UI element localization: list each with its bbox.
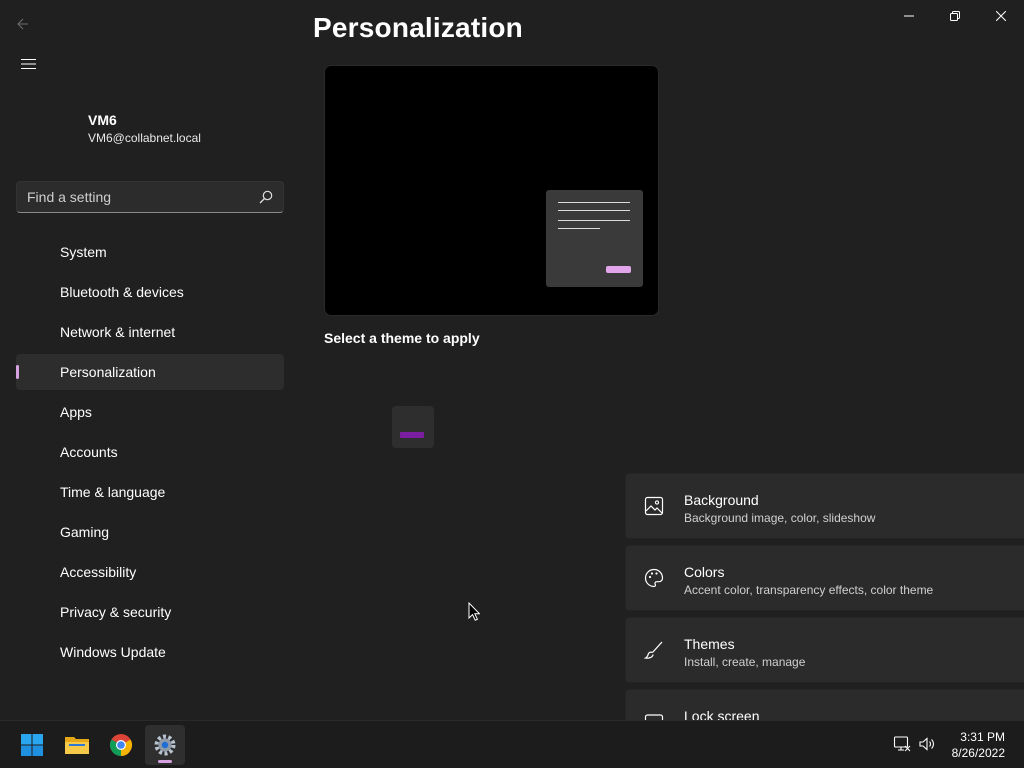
card-background[interactable]: Background Background image, color, slid… <box>625 473 1024 539</box>
clock-time: 3:31 PM <box>960 730 1005 744</box>
sidebar-item-label: Personalization <box>60 364 156 380</box>
file-explorer-button[interactable] <box>57 725 97 765</box>
arrow-left-icon <box>17 18 28 30</box>
sidebar-item-label: Apps <box>60 404 92 420</box>
sidebar-item-system[interactable]: System <box>16 234 284 270</box>
file-explorer-icon <box>65 737 89 754</box>
search-box <box>16 181 284 213</box>
sidebar-item-network-internet[interactable]: Network & internet <box>16 314 284 350</box>
menu-button[interactable] <box>12 50 44 78</box>
card-subtitle: Install, create, manage <box>684 655 806 669</box>
close-button[interactable] <box>978 0 1024 32</box>
windows-start-icon <box>21 734 43 756</box>
user-email: VM6@collabnet.local <box>88 131 201 145</box>
search-icon[interactable] <box>259 190 273 204</box>
preview-window <box>546 190 643 287</box>
settings-list: Background Background image, color, slid… <box>300 460 1024 720</box>
sidebar-item-label: Windows Update <box>60 644 166 660</box>
back-button[interactable] <box>8 10 38 38</box>
hamburger-icon <box>20 58 36 70</box>
sidebar-item-time-language[interactable]: Time & language <box>16 474 284 510</box>
theme-thumbnail[interactable] <box>392 406 434 448</box>
minimize-button[interactable] <box>886 0 932 32</box>
window-controls <box>886 0 1024 32</box>
sidebar-item-personalization[interactable]: Personalization <box>16 354 284 390</box>
sidebar-item-label: Time & language <box>60 484 166 500</box>
sidebar-item-gaming[interactable]: Gaming <box>16 514 284 550</box>
card-title: Lock screen <box>684 708 760 720</box>
preview-accent-button <box>606 266 631 273</box>
card-themes[interactable]: Themes Install, create, manage <box>625 617 1024 683</box>
card-title: Colors <box>684 564 725 580</box>
theme-preview <box>324 65 659 316</box>
card-colors[interactable]: Colors Accent color, transparency effect… <box>625 545 1024 611</box>
card-subtitle: Background image, color, slideshow <box>684 511 876 525</box>
sidebar-item-label: Privacy & security <box>60 604 172 620</box>
sidebar-item-label: Accounts <box>60 444 118 460</box>
lock-screen-icon <box>644 712 664 720</box>
volume-icon[interactable] <box>918 735 936 753</box>
sidebar-item-label: Bluetooth & devices <box>60 284 184 300</box>
page-title: Personalization <box>313 12 523 43</box>
sidebar-item-windows-update[interactable]: Windows Update <box>16 634 284 670</box>
palette-icon <box>644 568 664 588</box>
chrome-icon <box>110 734 132 756</box>
sidebar-item-accounts[interactable]: Accounts <box>16 434 284 470</box>
sidebar-item-apps[interactable]: Apps <box>16 394 284 430</box>
minimize-icon <box>904 15 914 17</box>
sidebar-item-bluetooth-devices[interactable]: Bluetooth & devices <box>16 274 284 310</box>
clock-date: 8/26/2022 <box>951 746 1005 760</box>
sidebar-item-accessibility[interactable]: Accessibility <box>16 554 284 590</box>
taskbar: 3:31 PM 8/26/2022 <box>0 720 1024 768</box>
clock[interactable]: 3:31 PM 8/26/2022 <box>952 729 1005 761</box>
sidebar-item-label: Network & internet <box>60 324 176 340</box>
start-button[interactable] <box>12 725 52 765</box>
themes-label: Select a theme to apply <box>324 330 480 346</box>
card-title: Background <box>684 492 759 508</box>
sidebar-item-privacy-security[interactable]: Privacy & security <box>16 594 284 630</box>
network-icon[interactable] <box>893 735 911 753</box>
sidebar-item-label: Gaming <box>60 524 110 540</box>
user-name: VM6 <box>88 112 117 128</box>
image-icon <box>644 496 664 516</box>
card-subtitle: Accent color, transparency effects, colo… <box>684 583 934 597</box>
settings-button[interactable] <box>145 725 185 765</box>
mouse-cursor-icon <box>468 602 480 621</box>
card-title: Themes <box>684 636 735 652</box>
active-app-indicator <box>158 760 172 763</box>
sidebar-nav: System Bluetooth & devices Network & int… <box>16 234 284 674</box>
restore-icon <box>950 11 960 21</box>
close-icon <box>996 11 1006 21</box>
brush-icon <box>644 640 664 660</box>
sidebar-item-label: System <box>60 244 107 260</box>
chrome-button[interactable] <box>101 725 141 765</box>
search-input[interactable] <box>17 182 247 212</box>
settings-icon <box>154 734 176 756</box>
sidebar-item-label: Accessibility <box>60 564 137 580</box>
card-lock-screen[interactable]: Lock screen <box>625 689 1024 720</box>
restore-button[interactable] <box>932 0 978 32</box>
